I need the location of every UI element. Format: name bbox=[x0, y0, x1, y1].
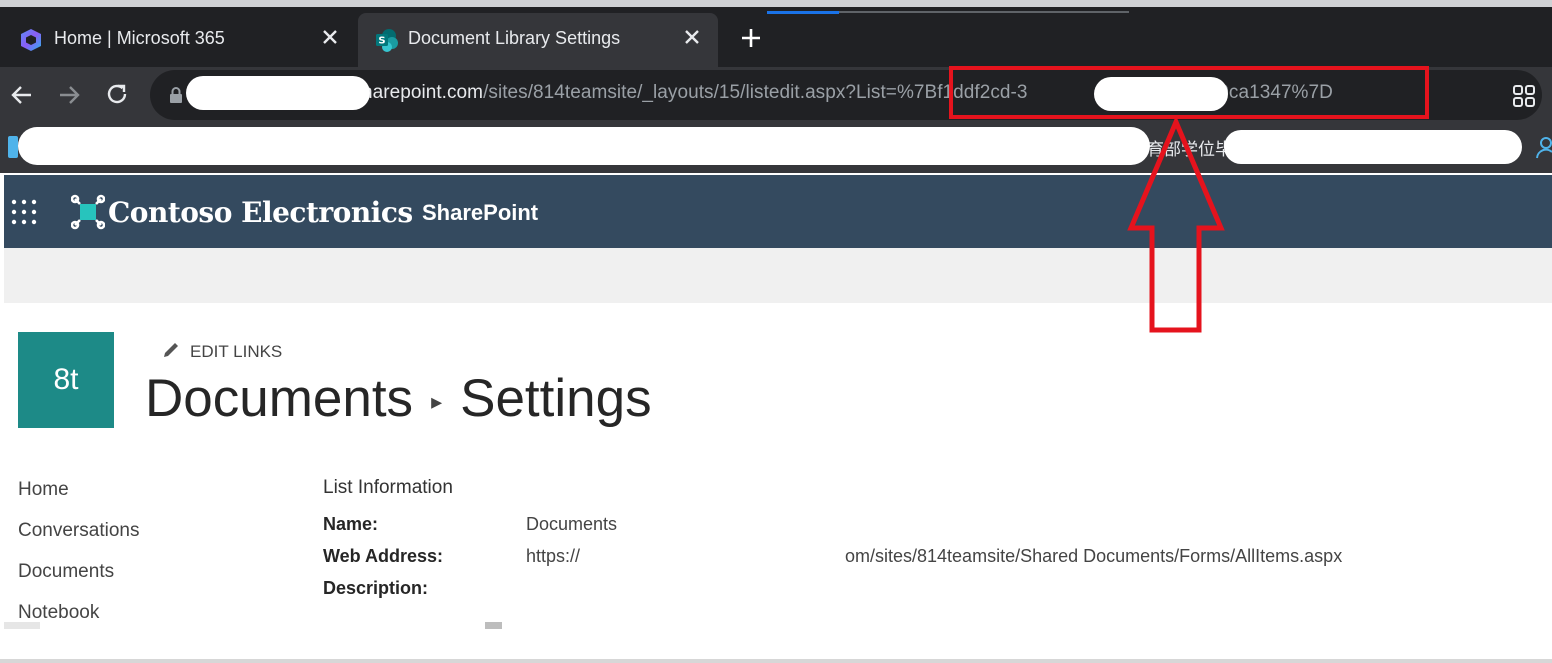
breadcrumb-documents[interactable]: Documents bbox=[145, 369, 413, 428]
forward-arrow-icon[interactable] bbox=[55, 81, 83, 109]
back-arrow-icon[interactable] bbox=[8, 81, 36, 109]
sharepoint-icon: S bbox=[376, 29, 398, 52]
web-address-label: Web Address: bbox=[323, 546, 444, 566]
svg-text:S: S bbox=[378, 36, 385, 47]
description-label: Description: bbox=[323, 578, 429, 598]
apps-grid-icon[interactable] bbox=[1511, 83, 1537, 109]
microsoft-365-icon bbox=[21, 29, 41, 51]
close-icon[interactable] bbox=[318, 25, 342, 49]
app-launcher-icon[interactable] bbox=[11, 199, 37, 225]
nav-item-notebook[interactable]: Notebook bbox=[18, 602, 99, 624]
new-tab-button[interactable] bbox=[739, 26, 763, 50]
name-label: Name: bbox=[323, 514, 379, 534]
tab-strip-line bbox=[839, 11, 1129, 13]
breadcrumb-settings: Settings bbox=[460, 369, 652, 428]
page-title: Documents ▸ Settings bbox=[145, 368, 652, 429]
brand-name[interactable]: Contoso Electronics bbox=[108, 196, 413, 229]
close-icon[interactable] bbox=[680, 25, 704, 49]
redaction bbox=[1224, 130, 1522, 164]
highlight-box bbox=[949, 66, 1429, 119]
scroll-fragment bbox=[485, 622, 502, 629]
nav-item-home[interactable]: Home bbox=[18, 479, 69, 501]
url-host: harepoint.com bbox=[362, 82, 484, 103]
command-bar-area bbox=[4, 248, 1552, 303]
pencil-icon[interactable] bbox=[162, 341, 180, 359]
scroll-fragment bbox=[4, 622, 40, 629]
annotation-arrow-icon bbox=[1127, 117, 1225, 333]
window-top-strip bbox=[0, 0, 1552, 7]
edit-links-link[interactable]: EDIT LINKS bbox=[190, 342, 282, 362]
tab-label: Home | Microsoft 365 bbox=[54, 28, 225, 48]
site-logo[interactable]: 8t bbox=[18, 332, 114, 428]
product-name[interactable]: SharePoint bbox=[422, 200, 538, 226]
tab-label: Document Library Settings bbox=[408, 28, 621, 48]
tab-loading-indicator bbox=[767, 11, 839, 14]
redaction bbox=[18, 127, 1150, 165]
contoso-logo-icon[interactable] bbox=[71, 194, 105, 230]
bookmark-favicon[interactable] bbox=[8, 136, 18, 158]
window-bottom-border bbox=[0, 659, 1552, 663]
redaction bbox=[186, 76, 370, 110]
web-address-start[interactable]: https:// bbox=[526, 546, 580, 567]
name-value: Documents bbox=[526, 514, 618, 534]
web-address-end[interactable]: om/sites/814teamsite/Shared Documents/Fo… bbox=[845, 546, 1342, 567]
tab-document-library-settings[interactable]: S Document Library Settings bbox=[358, 13, 718, 67]
nav-item-conversations[interactable]: Conversations bbox=[18, 520, 139, 542]
tab-home-microsoft-365[interactable]: Home | Microsoft 365 bbox=[4, 13, 356, 67]
breadcrumb-separator-icon: ▸ bbox=[431, 389, 443, 414]
profile-icon[interactable] bbox=[1534, 134, 1552, 160]
lock-icon[interactable] bbox=[168, 86, 184, 104]
url-path: /sites/814teamsite/_layouts/15/listedit.… bbox=[483, 82, 897, 103]
reload-icon[interactable] bbox=[103, 80, 131, 108]
nav-item-documents[interactable]: Documents bbox=[18, 561, 114, 583]
section-heading: List Information bbox=[323, 477, 453, 498]
